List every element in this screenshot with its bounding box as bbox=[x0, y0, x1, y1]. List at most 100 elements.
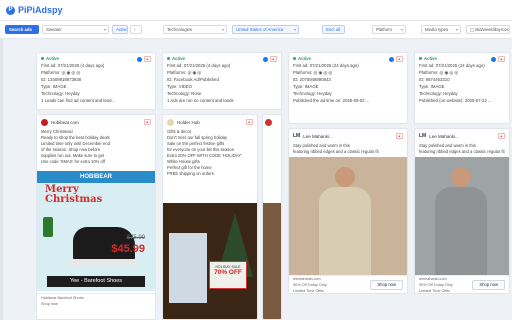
ad-image[interactable]: HOLIDAY SALE 70% OFF bbox=[163, 203, 257, 319]
trending-badge: ▲ bbox=[395, 56, 403, 62]
platforms-row: Platforms: ◎ ◉ ◎ ◎ bbox=[41, 70, 81, 75]
ad-type: Type: VIDEO bbox=[167, 84, 193, 89]
ad-creative-card[interactable]: LM Lee Mahanki... ▲ Stay polished and wa… bbox=[288, 128, 408, 294]
ends-select[interactable]: End: all bbox=[322, 25, 345, 34]
keyword-input[interactable]: Sweater ▾ bbox=[42, 25, 109, 34]
chevron-down-icon: ▾ bbox=[400, 27, 403, 32]
model-head bbox=[335, 167, 355, 187]
ad-header: LM Lee Mahanki... ▲ bbox=[293, 132, 403, 140]
gift-boxes bbox=[169, 233, 207, 303]
facebook-icon bbox=[136, 56, 142, 62]
ad-creative-card-partial[interactable] bbox=[262, 114, 282, 320]
keyword-value: Sweater bbox=[46, 27, 62, 32]
ad-id: ID: 13409818873938 bbox=[41, 77, 82, 82]
ad-creative-card[interactable]: LM Lee Mahanki... ▲ Stay polished and wa… bbox=[414, 128, 510, 294]
footer-line: Shop now bbox=[41, 302, 58, 306]
ad-image[interactable]: HOBIBEAR Merry Christmas $75.99 $45.99 Y… bbox=[37, 171, 155, 291]
chevron-right-icon: › bbox=[134, 27, 136, 32]
ad-header: Holder Hub ▲ bbox=[167, 118, 253, 126]
advertiser-name[interactable]: Hobibear.com bbox=[51, 120, 79, 125]
country-select[interactable]: United States of America ▾ bbox=[232, 25, 299, 34]
advertiser-name[interactable]: Lee Mahanki... bbox=[303, 134, 333, 139]
media-type-select[interactable]: Media types ▾ bbox=[421, 25, 461, 34]
first-seen: First ad: 07/21/2025 (4 days ago) bbox=[41, 63, 105, 68]
red-badge: ▲ bbox=[143, 119, 151, 125]
filter-bar: Search ads Sweater ▾ Active › Technologi… bbox=[0, 21, 512, 39]
ad-copy-line: Use code 'XMAS' for extra 10% off bbox=[41, 159, 106, 164]
brand-mark: LM bbox=[293, 133, 301, 139]
country-label: United States of America bbox=[236, 27, 284, 32]
ad-copy-line: FREE shipping on orders bbox=[167, 171, 214, 176]
first-seen: First ad: 07/21/2025 (24 days ago) bbox=[293, 63, 359, 68]
advertiser-name[interactable]: Lee Mahanki... bbox=[429, 134, 459, 139]
status-text: Active bbox=[424, 56, 437, 61]
ad-footer: Hobibear Barefoot Shoes Shop now bbox=[37, 293, 155, 310]
ad-id: ID: 2075948890543 bbox=[293, 77, 331, 82]
avatar bbox=[265, 119, 272, 126]
ad-creative-card[interactable]: Hobibear.com ▲ Merry Christmas! Ready to… bbox=[36, 114, 156, 320]
avatar bbox=[167, 118, 174, 126]
ad-info-card[interactable]: Active ▲ First ad: 07/21/2025 (4 days ag… bbox=[36, 52, 156, 110]
active-filter-tag[interactable]: Active bbox=[112, 25, 128, 34]
platforms-label: Platforms: bbox=[419, 70, 439, 75]
brand-mark: LM bbox=[419, 133, 427, 139]
ad-type: Type: IMAGE bbox=[41, 84, 67, 89]
ad-id: ID: 9874463310 bbox=[419, 77, 450, 82]
media-label: Media types bbox=[425, 27, 449, 32]
footer-line: leemahanki.com bbox=[419, 277, 447, 281]
bid-select[interactable]: ▢ Bid/week/day/cost bbox=[466, 25, 510, 34]
trending-badge: ▲ bbox=[269, 56, 277, 62]
logo[interactable]: P PiPiAdspy bbox=[6, 4, 63, 16]
ad-creative-card[interactable]: Holder Hub ▲ Gifts & decor Don't miss ou… bbox=[162, 114, 258, 320]
status-text: Active bbox=[298, 56, 311, 61]
active-dot bbox=[419, 57, 422, 61]
active-dot bbox=[167, 57, 170, 61]
trending-badge: ▲ bbox=[497, 56, 505, 62]
ad-technology: Technology: Heyday bbox=[41, 91, 80, 96]
search-ads-button[interactable]: Search ads bbox=[5, 25, 39, 34]
chevron-down-icon: ▾ bbox=[293, 27, 296, 32]
advertiser-name[interactable]: Holder Hub bbox=[177, 120, 200, 125]
ad-image[interactable] bbox=[289, 157, 407, 275]
bid-label: Bid/week/day/cost bbox=[475, 27, 510, 32]
christmas-tree-icon bbox=[43, 217, 53, 237]
more-filter[interactable]: › bbox=[130, 25, 142, 34]
price-old: $75.99 bbox=[126, 235, 145, 241]
shop-now-button[interactable]: Shop now bbox=[472, 280, 505, 290]
sweater-image bbox=[435, 187, 487, 275]
platforms-label: Platforms: bbox=[41, 70, 61, 75]
platforms-label: Platforms: bbox=[293, 70, 313, 75]
facebook-icon bbox=[490, 56, 496, 62]
chevron-down-icon: ▾ bbox=[455, 27, 458, 32]
ad-info-card[interactable]: Active ▲ First ad: 07/21/2025 (4 days ag… bbox=[162, 52, 282, 110]
ad-type: Type: IMAGE bbox=[293, 84, 319, 89]
ad-info-card[interactable]: Active ▲ First ad: 07/21/2025 (24 days a… bbox=[288, 52, 408, 124]
ad-footer: leemahanki.com 50% Off Today Only Limite… bbox=[415, 275, 509, 293]
banner-brand: HOBIBEAR bbox=[37, 171, 155, 183]
footer-line: Limited Time Offer bbox=[293, 289, 324, 293]
platform-badges: ▲ bbox=[136, 56, 151, 62]
ad-info-card[interactable]: Active ▲ First ad: 07/21/2025 (24 days a… bbox=[414, 52, 510, 124]
technologies-label: Technologies bbox=[167, 27, 193, 32]
model-head bbox=[451, 167, 471, 187]
active-dot bbox=[41, 57, 44, 61]
ad-header: LM Lee Mahanki... ▲ bbox=[419, 132, 505, 140]
ad-id: ID: Facebook Ad/Published bbox=[167, 77, 219, 82]
ad-image[interactable] bbox=[415, 157, 509, 275]
ad-image[interactable] bbox=[263, 203, 281, 319]
platforms-label: Platforms: bbox=[167, 70, 187, 75]
footer-line: leemahanki.com bbox=[293, 277, 321, 281]
app-name: PiPiAdspy bbox=[18, 5, 63, 15]
ad-extra: 1 Ads are run no content and lands bbox=[167, 98, 234, 103]
logo-icon: P bbox=[6, 5, 15, 15]
ad-type: Type: IMAGE bbox=[419, 84, 445, 89]
technologies-select[interactable]: Technologies ▾ bbox=[163, 25, 227, 34]
status: Active bbox=[293, 56, 403, 62]
shop-now-button[interactable]: Shop now bbox=[370, 280, 403, 290]
status-text: Active bbox=[172, 56, 185, 61]
platform-select[interactable]: Platform ▾ bbox=[372, 25, 406, 34]
ad-technology: Technology: Heyday bbox=[293, 91, 332, 96]
platforms-row: Platforms: ◎ ◉ ◎ ◎ bbox=[293, 70, 333, 75]
banner-title: Merry Christmas bbox=[45, 184, 103, 205]
facebook-icon bbox=[262, 56, 268, 62]
